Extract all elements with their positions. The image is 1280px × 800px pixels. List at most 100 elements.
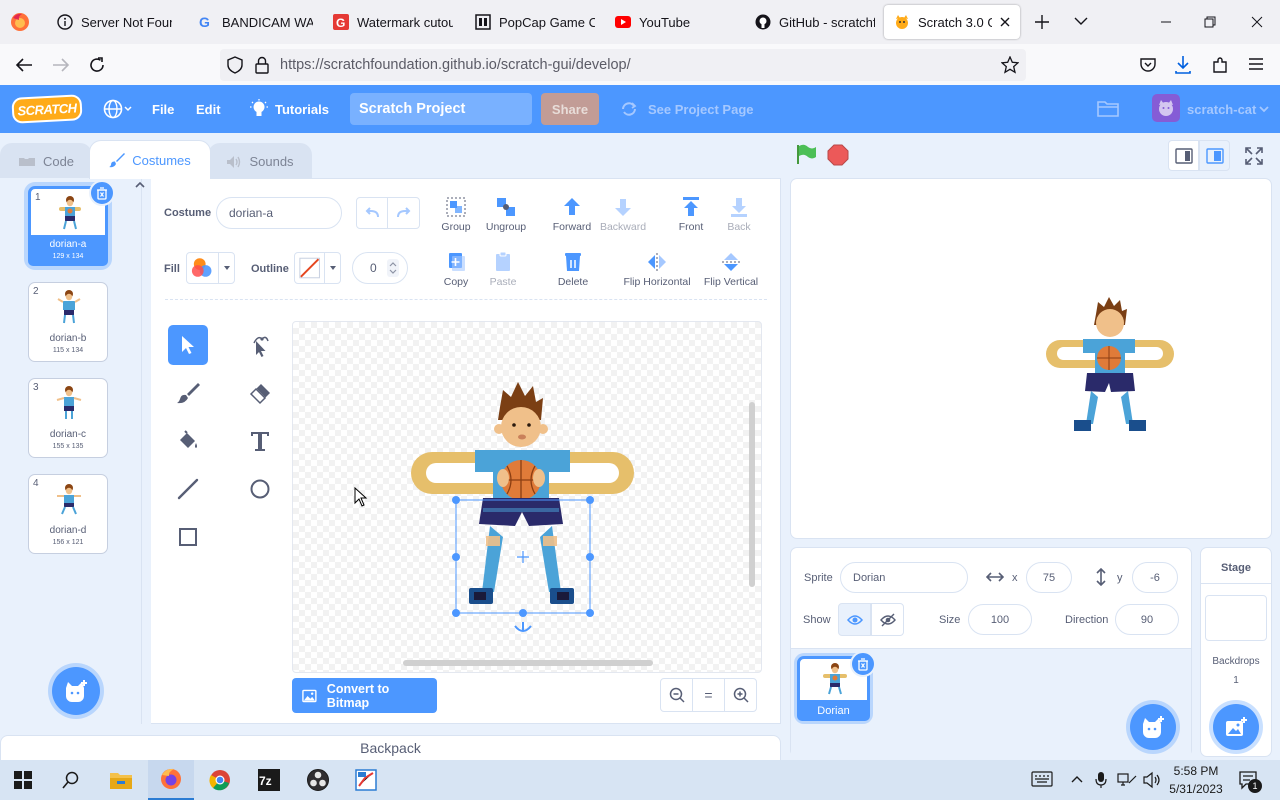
scratch-logo[interactable]: SCRATCH — [11, 94, 83, 124]
zoom-reset-button[interactable]: = — [692, 678, 725, 712]
browser-tab-server-not-found[interactable]: Server Not Found — [47, 5, 182, 39]
tutorials-button[interactable]: Tutorials — [275, 85, 329, 133]
ungroup-button[interactable]: Ungroup — [483, 195, 529, 233]
file-menu[interactable]: File — [152, 85, 174, 133]
circle-tool[interactable] — [240, 469, 280, 509]
delete-button[interactable]: Delete — [554, 250, 592, 288]
system-tray-chevron-icon[interactable] — [1071, 774, 1083, 784]
microphone-icon[interactable] — [1095, 771, 1107, 789]
size-input[interactable]: 100 — [968, 604, 1032, 635]
browser-tab-popcap[interactable]: PopCap Game Col — [465, 5, 605, 39]
rectangle-tool[interactable] — [168, 517, 208, 557]
username-label[interactable]: scratch-cat — [1187, 85, 1256, 133]
fill-tool[interactable] — [168, 421, 208, 461]
pocket-icon[interactable] — [1139, 56, 1157, 74]
share-button[interactable]: Share — [541, 93, 599, 125]
eraser-tool[interactable] — [240, 373, 280, 413]
flip-horizontal-button[interactable]: Flip Horizontal — [620, 250, 694, 288]
group-button[interactable]: Group — [436, 195, 476, 233]
brush-tool[interactable] — [168, 373, 208, 413]
backpack-header[interactable]: Backpack — [0, 735, 781, 761]
taskbar-date[interactable]: 5/31/2023 — [1160, 782, 1232, 796]
my-stuff-folder-icon[interactable] — [1097, 99, 1119, 117]
select-tool[interactable] — [168, 325, 208, 365]
choose-sprite-button[interactable] — [1130, 704, 1176, 750]
paint-app-icon[interactable] — [343, 760, 389, 800]
extensions-icon[interactable] — [1211, 56, 1229, 74]
backdrop-thumbnail[interactable] — [1205, 595, 1267, 641]
firefox-menu-icon[interactable] — [10, 12, 30, 32]
language-globe-icon[interactable] — [103, 98, 133, 120]
url-text[interactable]: https://scratchfoundation.github.io/scra… — [280, 57, 631, 73]
reload-icon[interactable] — [88, 56, 106, 74]
line-tool[interactable] — [168, 469, 208, 509]
user-avatar[interactable] — [1152, 94, 1180, 122]
project-title-input[interactable]: Scratch Project — [350, 93, 532, 125]
firefox-taskbar-icon[interactable] — [148, 760, 194, 800]
bookmark-star-icon[interactable] — [1001, 56, 1019, 74]
costume-item-2[interactable]: 2 dorian-b 115 x 134 — [28, 282, 108, 362]
fill-dropdown-caret-icon[interactable] — [218, 253, 234, 283]
stepper-arrows-icon[interactable] — [387, 259, 399, 277]
hide-sprite-button[interactable] — [871, 603, 904, 636]
obs-icon[interactable] — [295, 760, 341, 800]
sprite-name-input[interactable]: Dorian — [840, 562, 968, 593]
choose-backdrop-button[interactable] — [1213, 704, 1259, 750]
redo-button[interactable] — [388, 198, 419, 228]
list-tabs-chevron-icon[interactable] — [1074, 16, 1088, 26]
zoom-out-button[interactable] — [660, 678, 693, 712]
flip-vertical-button[interactable]: Flip Vertical — [700, 250, 762, 288]
costume-item-4[interactable]: 4 dorian-d 156 x 121 — [28, 474, 108, 554]
minimize-window-icon[interactable] — [1156, 12, 1176, 32]
chrome-icon[interactable] — [197, 760, 243, 800]
touch-keyboard-icon[interactable] — [1031, 771, 1053, 787]
outline-width-input[interactable]: 0 — [352, 252, 408, 284]
front-button[interactable]: Front — [672, 195, 710, 233]
downloads-icon[interactable] — [1174, 55, 1192, 75]
file-explorer-icon[interactable] — [98, 760, 144, 800]
forward-button[interactable]: Forward — [550, 195, 594, 233]
search-icon[interactable] — [48, 760, 94, 800]
account-chevron-down-icon[interactable] — [1259, 105, 1269, 113]
tab-costumes[interactable]: Costumes — [89, 140, 211, 179]
tab-sounds[interactable]: Sounds — [208, 143, 312, 179]
small-stage-button[interactable] — [1168, 140, 1199, 171]
convert-to-bitmap-button[interactable]: Convert to Bitmap — [292, 678, 437, 713]
stop-sign-icon[interactable] — [827, 144, 849, 166]
normal-stage-button[interactable] — [1199, 140, 1230, 171]
backward-button[interactable]: Backward — [598, 195, 648, 233]
lock-icon[interactable] — [255, 56, 269, 74]
outline-color-picker[interactable] — [294, 252, 341, 284]
edit-menu[interactable]: Edit — [196, 85, 221, 133]
browser-tab-github[interactable]: GitHub - scratchfo — [745, 5, 885, 39]
browser-tab-scratch[interactable]: Scratch 3.0 GUI — [884, 5, 1020, 39]
text-tool[interactable] — [240, 421, 280, 461]
show-sprite-button[interactable] — [838, 603, 871, 636]
stage-canvas[interactable] — [790, 178, 1272, 539]
scroll-up-chevron-icon[interactable] — [134, 178, 146, 192]
x-input[interactable]: 75 — [1026, 562, 1072, 593]
browser-tab-bandicam[interactable]: G BANDICAM WATE — [188, 5, 323, 39]
fill-color-picker[interactable] — [186, 252, 235, 284]
back-button[interactable]: Back — [720, 195, 758, 233]
hamburger-menu-icon[interactable] — [1248, 57, 1264, 71]
paste-button[interactable]: Paste — [485, 250, 521, 288]
restore-window-icon[interactable] — [1200, 12, 1220, 32]
reshape-tool[interactable] — [240, 325, 280, 365]
close-tab-icon[interactable] — [1000, 17, 1010, 27]
network-icon[interactable] — [1117, 771, 1137, 789]
browser-tab-watermark[interactable]: G Watermark cutout — [323, 5, 463, 39]
delete-costume-button[interactable] — [89, 180, 115, 206]
outline-dropdown-caret-icon[interactable] — [324, 253, 340, 283]
start-windows-icon[interactable] — [0, 760, 46, 800]
green-flag-icon[interactable] — [795, 143, 817, 165]
direction-input[interactable]: 90 — [1115, 604, 1179, 635]
new-tab-icon[interactable] — [1034, 14, 1050, 30]
back-arrow-icon[interactable] — [15, 57, 33, 73]
see-project-page-button[interactable]: See Project Page — [648, 85, 754, 133]
costume-name-input[interactable]: dorian-a — [216, 197, 342, 229]
taskbar-time[interactable]: 5:58 PM — [1166, 764, 1226, 778]
browser-tab-youtube[interactable]: YouTube — [605, 5, 745, 39]
forward-arrow-icon[interactable] — [52, 57, 70, 73]
7zip-icon[interactable]: 7z — [246, 760, 292, 800]
